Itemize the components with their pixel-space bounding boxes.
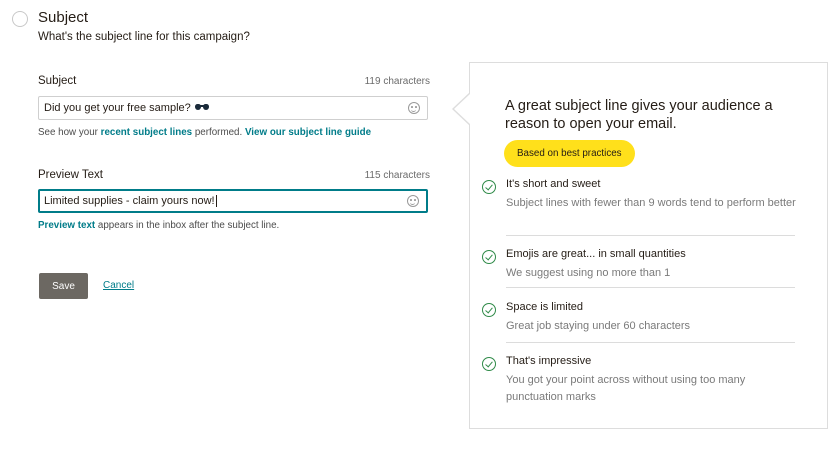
tip-divider xyxy=(506,287,795,288)
tip-title: Space is limited xyxy=(506,301,584,313)
tip-title: That's impressive xyxy=(506,355,592,367)
emoji-picker-icon[interactable] xyxy=(407,195,419,207)
tip-description: Great job staying under 60 characters xyxy=(506,320,691,332)
tip-divider xyxy=(506,342,795,343)
preview-text-link[interactable]: Preview text xyxy=(38,220,95,231)
tip-description: Subject lines with fewer than 9 words te… xyxy=(506,197,796,209)
subject-helper-prefix: See how your xyxy=(38,127,101,138)
subject-helper-middle: performed. xyxy=(192,127,245,138)
subject-tips-panel: A great subject line gives your audience… xyxy=(469,62,828,429)
cancel-link[interactable]: Cancel xyxy=(103,280,134,291)
subject-input-value: Did you get your free sample? xyxy=(44,102,191,114)
tip-title: Emojis are great... in small quantities xyxy=(506,248,686,260)
panel-pointer-fill xyxy=(454,93,471,125)
tip-divider xyxy=(506,235,795,236)
section-title: Subject xyxy=(38,9,89,26)
check-circle-icon xyxy=(482,250,496,264)
subject-line-guide-link[interactable]: View our subject line guide xyxy=(245,127,371,138)
preview-text-label: Preview Text xyxy=(38,169,103,181)
subject-label: Subject xyxy=(38,75,77,87)
subject-helper-text: See how your recent subject lines perfor… xyxy=(38,127,371,138)
save-button[interactable]: Save xyxy=(39,273,88,299)
tip-description: You got your point across without using … xyxy=(506,374,746,403)
emoji-picker-icon[interactable] xyxy=(408,102,420,114)
text-cursor xyxy=(215,195,217,207)
preview-text-helper: Preview text appears in the inbox after … xyxy=(38,220,279,231)
preview-text-char-count: 115 characters xyxy=(364,170,430,181)
tip-description: We suggest using no more than 1 xyxy=(506,267,671,279)
preview-helper-suffix: appears in the inbox after the subject l… xyxy=(95,220,280,231)
preview-text-input[interactable]: Limited supplies - claim yours now! xyxy=(38,189,428,213)
tip-title: It's short and sweet xyxy=(506,178,601,190)
subject-char-count: 119 characters xyxy=(364,76,430,87)
section-subtitle: What's the subject line for this campaig… xyxy=(38,31,250,43)
check-circle-icon xyxy=(482,180,496,194)
recent-subject-lines-link[interactable]: recent subject lines xyxy=(101,127,192,138)
campaign-subject-editor: Subject What's the subject line for this… xyxy=(0,0,840,450)
sunglasses-emoji-icon xyxy=(194,104,209,112)
tips-heading: A great subject line gives your audience… xyxy=(505,98,773,132)
preview-text-input-value: Limited supplies - claim yours now! xyxy=(44,195,215,207)
check-circle-icon xyxy=(482,357,496,371)
subject-input[interactable]: Did you get your free sample? xyxy=(38,96,428,120)
best-practices-badge: Based on best practices xyxy=(504,140,635,167)
step-status-icon xyxy=(12,11,28,27)
check-circle-icon xyxy=(482,303,496,317)
